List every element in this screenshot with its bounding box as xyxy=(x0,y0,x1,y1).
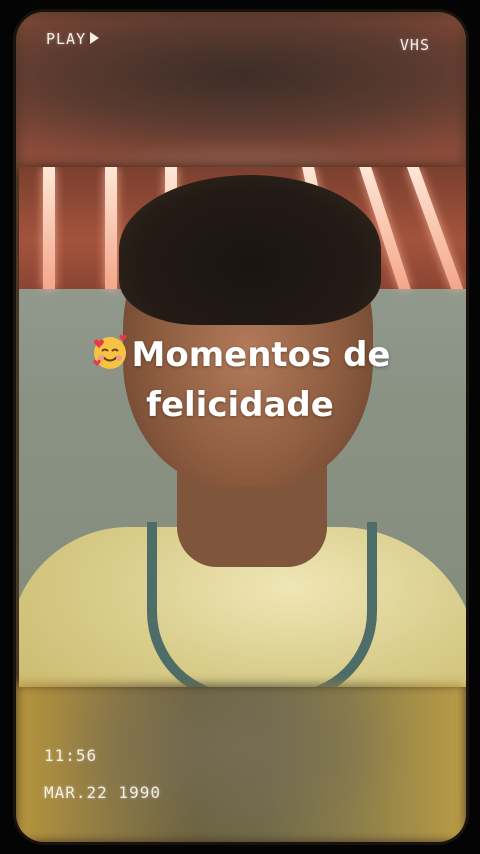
play-indicator: PLAY xyxy=(46,30,100,48)
ceiling-light-strip xyxy=(43,167,55,289)
caption-line-1: Momentos de xyxy=(0,330,480,380)
caption-line-2: felicidade xyxy=(146,385,334,425)
timestamp-time: 11:56 xyxy=(44,746,98,765)
play-label: PLAY xyxy=(46,30,87,48)
person-hair xyxy=(119,175,381,325)
vhs-label: VHS xyxy=(399,36,430,54)
ceiling-light-strip xyxy=(406,167,464,289)
caption-line-1-text: Momentos de xyxy=(131,335,391,375)
smiling-face-with-hearts-icon xyxy=(92,334,127,369)
play-icon xyxy=(90,32,100,44)
ceiling-light-strip xyxy=(105,167,117,289)
caption-text: Momentos de felicidade xyxy=(0,330,480,430)
timestamp-date: MAR.22 1990 xyxy=(44,783,161,802)
screen: PLAY VHS Momentos de felicidade 11:56 MA… xyxy=(0,0,480,854)
